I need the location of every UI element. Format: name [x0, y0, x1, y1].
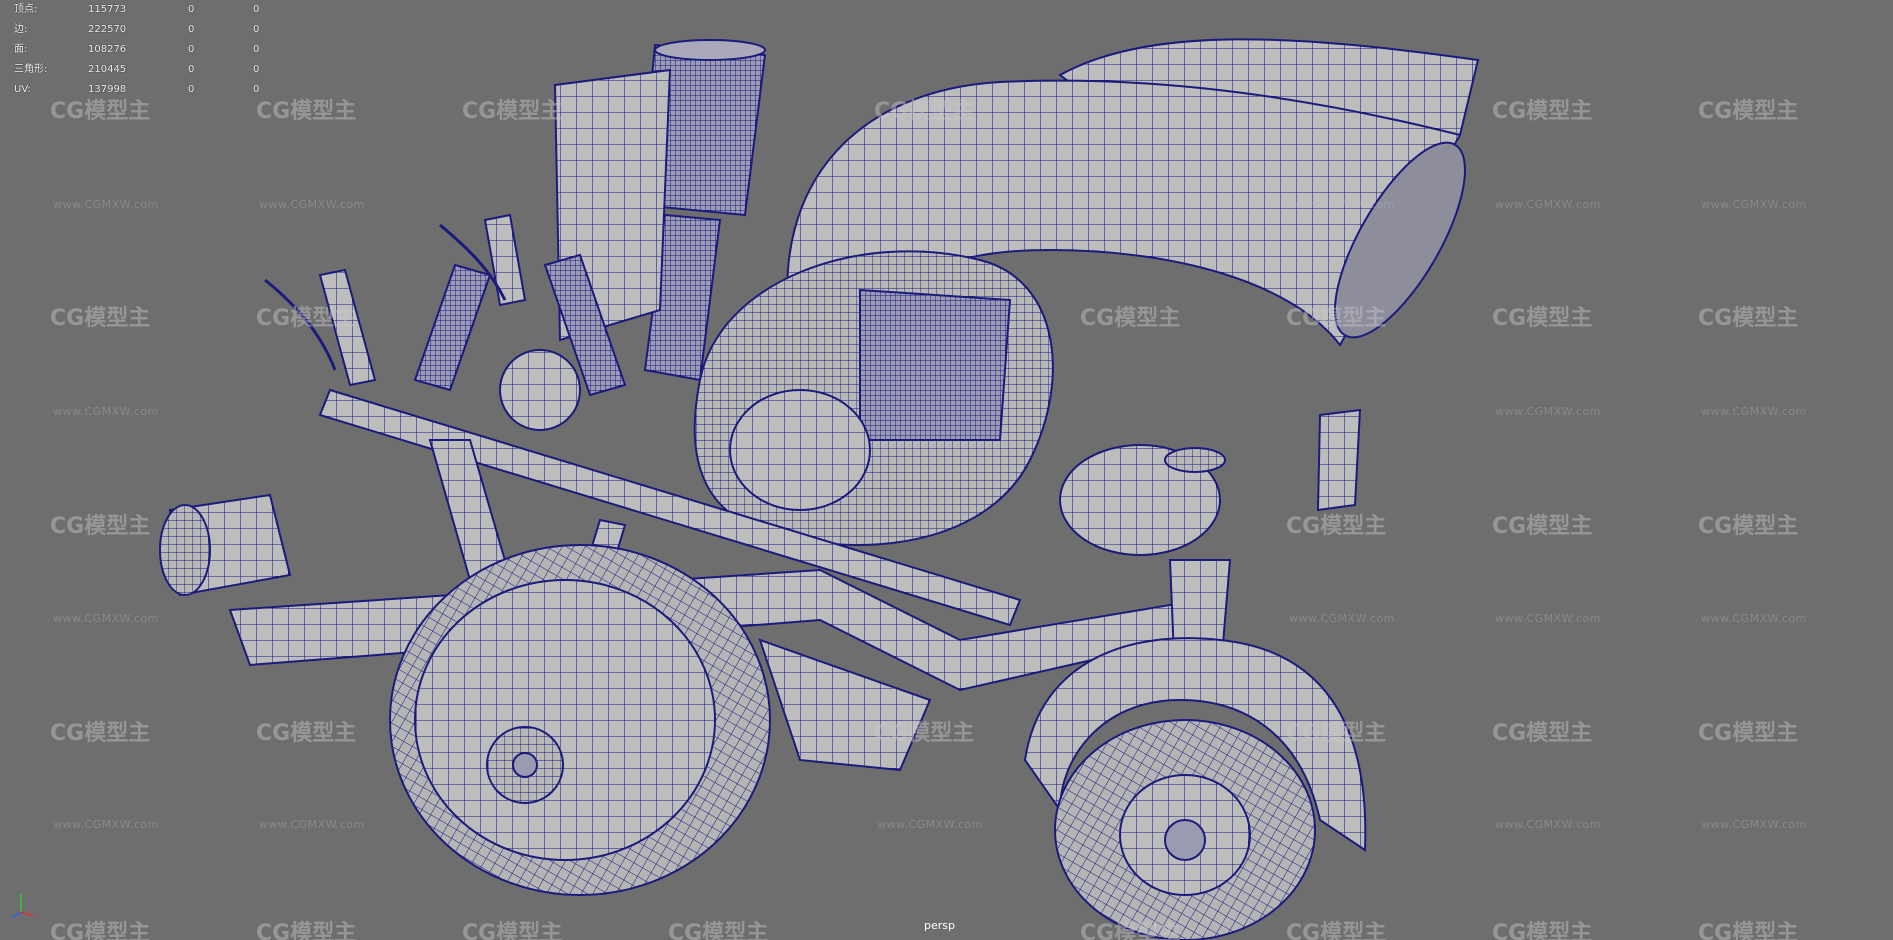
hud-value-extra: 0	[253, 84, 260, 95]
hud-label: UV:	[14, 84, 31, 95]
hud-row-uvs: UV: 137998 0 0	[14, 80, 274, 100]
hud-value-total: 210445	[88, 64, 127, 75]
xyz-axis-icon	[11, 894, 34, 919]
hud-label: 面:	[14, 44, 28, 55]
hud-value-extra: 0	[253, 4, 260, 15]
hud-value-selected: 0	[188, 44, 195, 55]
hud-label: 顶点:	[14, 4, 38, 15]
headlight	[159, 493, 292, 597]
hud-label: 三角形:	[14, 64, 48, 75]
hud-row-vertices: 顶点: 115773 0 0	[14, 0, 274, 20]
hud-value-total: 115773	[88, 4, 127, 15]
hud-value-extra: 0	[253, 44, 260, 55]
engine-block	[693, 250, 1054, 546]
hud-value-selected: 0	[188, 4, 195, 15]
hud-value-extra: 0	[253, 24, 260, 35]
front-wheel	[389, 544, 771, 896]
hud-value-total: 108276	[88, 44, 127, 55]
hud-row-faces: 面: 108276 0 0	[14, 40, 274, 60]
rear-wheel	[1023, 637, 1367, 940]
poly-count-hud: 顶点: 115773 0 0 边: 222570 0 0 面: 108276 0…	[14, 0, 274, 100]
hud-value-total: 222570	[88, 24, 127, 35]
hud-row-edges: 边: 222570 0 0	[14, 20, 274, 40]
hud-value-total: 137998	[88, 84, 127, 95]
hud-row-triangles: 三角形: 210445 0 0	[14, 60, 274, 80]
hud-value-selected: 0	[188, 64, 195, 75]
hud-value-selected: 0	[188, 24, 195, 35]
hud-value-selected: 0	[188, 84, 195, 95]
camera-name-label: persp	[924, 919, 955, 932]
maya-viewport[interactable]: CG模型主 CG模型主 CG模型主 CG模型主 CG模型主 CG模型主 CG模型…	[0, 0, 1893, 940]
hud-value-extra: 0	[253, 64, 260, 75]
hud-label: 边:	[14, 24, 28, 35]
model-viewport-canvas[interactable]	[0, 0, 1893, 940]
